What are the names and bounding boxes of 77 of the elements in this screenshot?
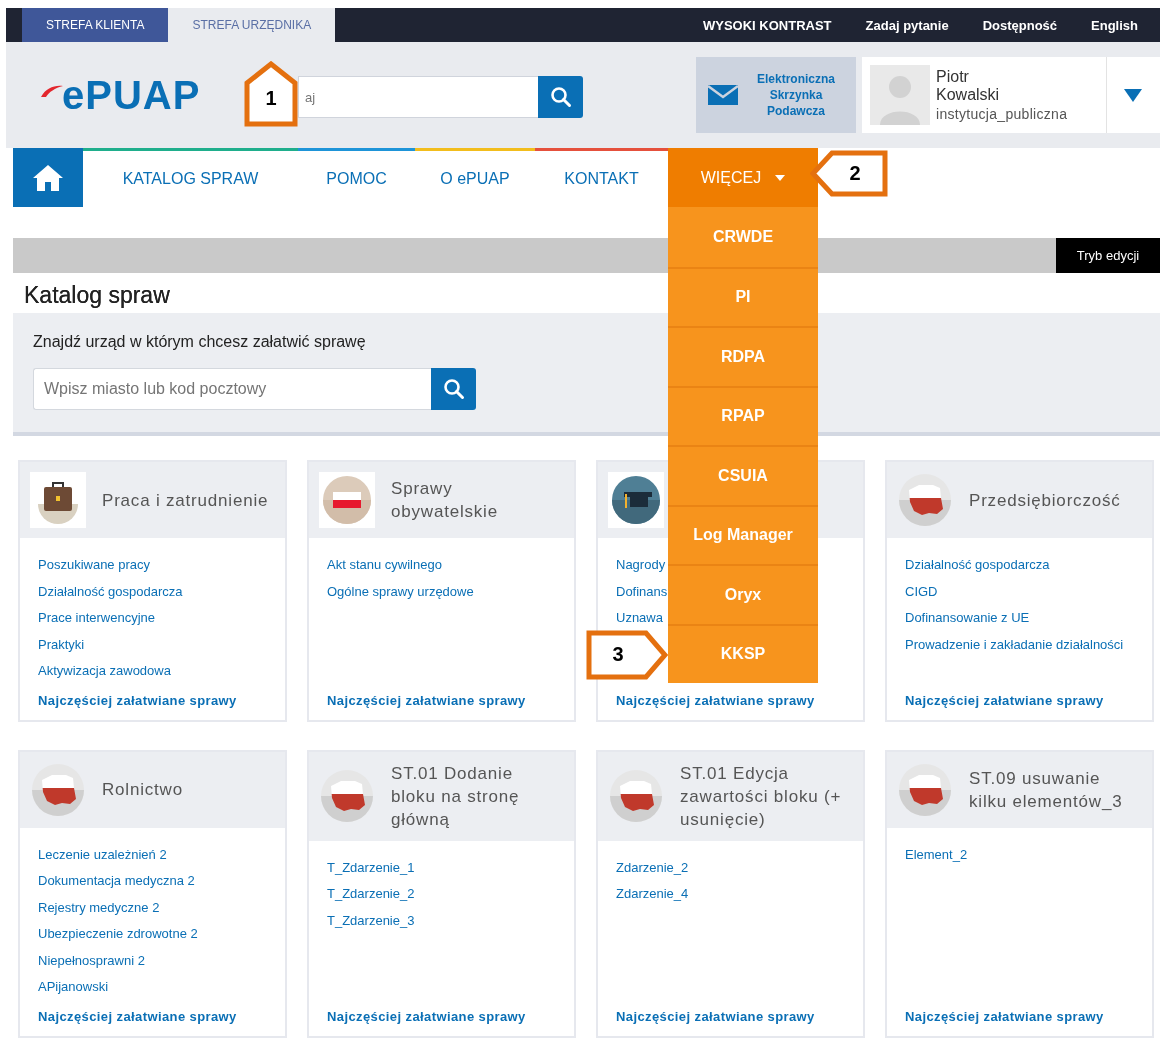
category-link[interactable]: Poszukiwane pracy <box>38 552 267 579</box>
top-link[interactable]: WYSOKI KONTRAST <box>703 17 832 33</box>
category-link[interactable]: CIGD <box>905 578 1134 605</box>
popular-matters-link[interactable]: Najczęściej załatwiane sprawy <box>616 1000 845 1024</box>
category-link[interactable]: Prace interwencyjne <box>38 605 267 632</box>
category-link[interactable]: T_Zdarzenie_3 <box>327 907 556 934</box>
category-link[interactable]: Zdarzenie_2 <box>616 854 845 881</box>
map-icon <box>319 768 375 824</box>
category-link[interactable]: Akt stanu cywilnego <box>327 552 556 579</box>
callout-marker: 1 <box>244 61 298 127</box>
popular-matters-link[interactable]: Najczęściej załatwiane sprawy <box>905 684 1134 708</box>
search-button[interactable] <box>538 76 583 118</box>
card-title: Praca i zatrudnienie <box>102 489 269 512</box>
popular-matters-link[interactable]: Najczęściej załatwiane sprawy <box>905 1000 1134 1024</box>
card-title: Przedsiębiorczość <box>969 489 1121 512</box>
popular-matters-link[interactable]: Najczęściej załatwiane sprawy <box>38 1000 267 1024</box>
search-button[interactable] <box>431 368 476 410</box>
home-button[interactable] <box>13 148 83 207</box>
category-link[interactable]: Ogólne sprawy urzędowe <box>327 578 556 605</box>
category-link[interactable]: Dofinansowanie z UE <box>905 605 1134 632</box>
office-search-field[interactable]: Wpisz miasto lub kod pocztowy <box>33 368 431 410</box>
caret-icon <box>1122 87 1143 103</box>
edit-mode-button[interactable]: Tryb edycji <box>1056 238 1160 273</box>
callout-marker: 2 <box>810 150 888 197</box>
map-icon <box>30 761 86 818</box>
map-icon <box>897 761 953 818</box>
briefcase-icon <box>30 472 86 528</box>
category-link[interactable]: T_Zdarzenie_2 <box>327 881 556 908</box>
category-link[interactable]: T_Zdarzenie_1 <box>327 854 556 881</box>
user-name: Piotr Kowalski <box>936 68 1001 104</box>
category-link[interactable]: Ubezpieczenie zdrowotne 2 <box>38 921 267 948</box>
top-link[interactable]: English <box>1091 17 1138 33</box>
category-link[interactable]: Dokumentacja medyczna 2 <box>38 868 267 895</box>
popular-matters-link[interactable]: Najczęściej załatwiane sprawy <box>38 684 267 708</box>
page-title: Katalog spraw <box>24 281 170 310</box>
search-icon <box>442 378 465 400</box>
category-link[interactable]: Prowadzenie i zakładanie działalności <box>905 631 1134 658</box>
caret-icon <box>775 173 786 182</box>
user-role: instytucja_publiczna <box>936 106 1069 122</box>
top-link[interactable]: Zadaj pytanie <box>865 17 949 33</box>
category-link[interactable]: Działalność gospodarcza <box>905 552 1134 579</box>
mortarboard-icon <box>608 472 664 528</box>
more-menu-button[interactable]: WIĘCEJ <box>668 148 818 207</box>
logo[interactable]: ePUAP <box>40 72 226 118</box>
card-title: Rolnictwo <box>102 779 183 801</box>
nav-link[interactable]: KATALOG SPRAW <box>83 148 298 207</box>
avatar-icon <box>870 65 930 125</box>
nav-link[interactable]: O ePUAP <box>415 148 535 207</box>
envelope-icon <box>708 85 738 105</box>
flag-icon <box>319 472 375 528</box>
card-title: ST.01 Dodanie bloku na stronę główną <box>391 762 521 831</box>
top-link[interactable]: Dostępność <box>982 17 1058 33</box>
zone-tab[interactable]: STREFA URZĘDNIKA <box>168 8 336 42</box>
category-link[interactable]: APijanowski <box>38 974 267 1001</box>
category-link[interactable]: Praktyki <box>38 631 267 658</box>
zone-tab[interactable]: STREFA KLIENTA <box>22 8 169 42</box>
map-icon <box>608 768 664 824</box>
category-link[interactable]: Rejestry medyczne 2 <box>38 894 267 921</box>
category-link[interactable]: Niepełnosprawni 2 <box>38 947 267 974</box>
card-title: ST.01 Edycja zawartości bloku (+ usunięcie) <box>680 762 843 831</box>
category-link[interactable]: Element_2 <box>905 841 1134 868</box>
home-icon <box>31 162 65 193</box>
category-link[interactable]: Aktywizacja zawodowa <box>38 658 267 685</box>
callout-marker: 3 <box>586 629 668 680</box>
card-title: Sprawy obywatelskie <box>391 478 499 523</box>
map-icon <box>897 472 953 528</box>
search-label: Znajdź urząd w którym chcesz załatwić sprawę <box>33 333 367 351</box>
nav-link[interactable]: POMOC <box>298 148 415 207</box>
category-link[interactable]: Zdarzenie_4 <box>616 881 845 908</box>
search-icon <box>549 86 572 108</box>
popular-matters-link[interactable]: Najczęściej załatwiane sprawy <box>327 684 556 708</box>
mailbox-button[interactable]: Elektroniczna Skrzynka Podawcza <box>696 57 856 133</box>
category-link[interactable]: Działalność gospodarcza <box>38 578 267 605</box>
category-link[interactable]: Leczenie uzależnień 2 <box>38 841 267 868</box>
card-title: ST.09 usuwanie kilku elementów_3 <box>969 767 1124 813</box>
popular-matters-link[interactable]: Najczęściej załatwiane sprawy <box>327 1000 556 1024</box>
popular-matters-link[interactable]: Najczęściej załatwiane sprawy <box>616 684 845 708</box>
